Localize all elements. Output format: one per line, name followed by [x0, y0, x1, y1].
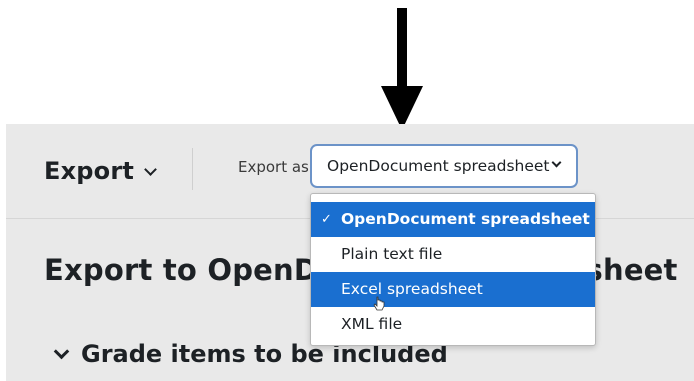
export-menu-button[interactable]: Export: [44, 154, 157, 188]
option-label: OpenDocument spreadsheet: [341, 210, 590, 228]
hand-cursor-icon: [373, 296, 385, 311]
export-as-label: Export as: [238, 158, 309, 176]
option-label: Plain text file: [341, 245, 443, 263]
divider: [192, 148, 193, 190]
arrow-shaft: [397, 8, 407, 88]
export-format-select[interactable]: OpenDocument spreadsheet: [310, 144, 578, 188]
export-menu-label: Export: [44, 157, 135, 185]
dropdown-option-excel[interactable]: Excel spreadsheet: [311, 272, 595, 307]
export-format-selected-value: OpenDocument spreadsheet: [327, 157, 550, 175]
dropdown-option-plain-text[interactable]: Plain text file: [311, 237, 595, 272]
chevron-down-icon: [53, 343, 70, 359]
chevron-down-icon: [551, 157, 562, 168]
export-format-dropdown: ✓ OpenDocument spreadsheet Plain text fi…: [310, 193, 596, 346]
chevron-down-icon: [144, 162, 157, 176]
dropdown-option-opendocument[interactable]: ✓ OpenDocument spreadsheet: [311, 202, 595, 237]
check-icon: ✓: [321, 212, 332, 227]
option-label: Excel spreadsheet: [341, 280, 483, 298]
option-label: XML file: [341, 315, 403, 333]
dropdown-option-xml[interactable]: XML file: [311, 307, 595, 342]
